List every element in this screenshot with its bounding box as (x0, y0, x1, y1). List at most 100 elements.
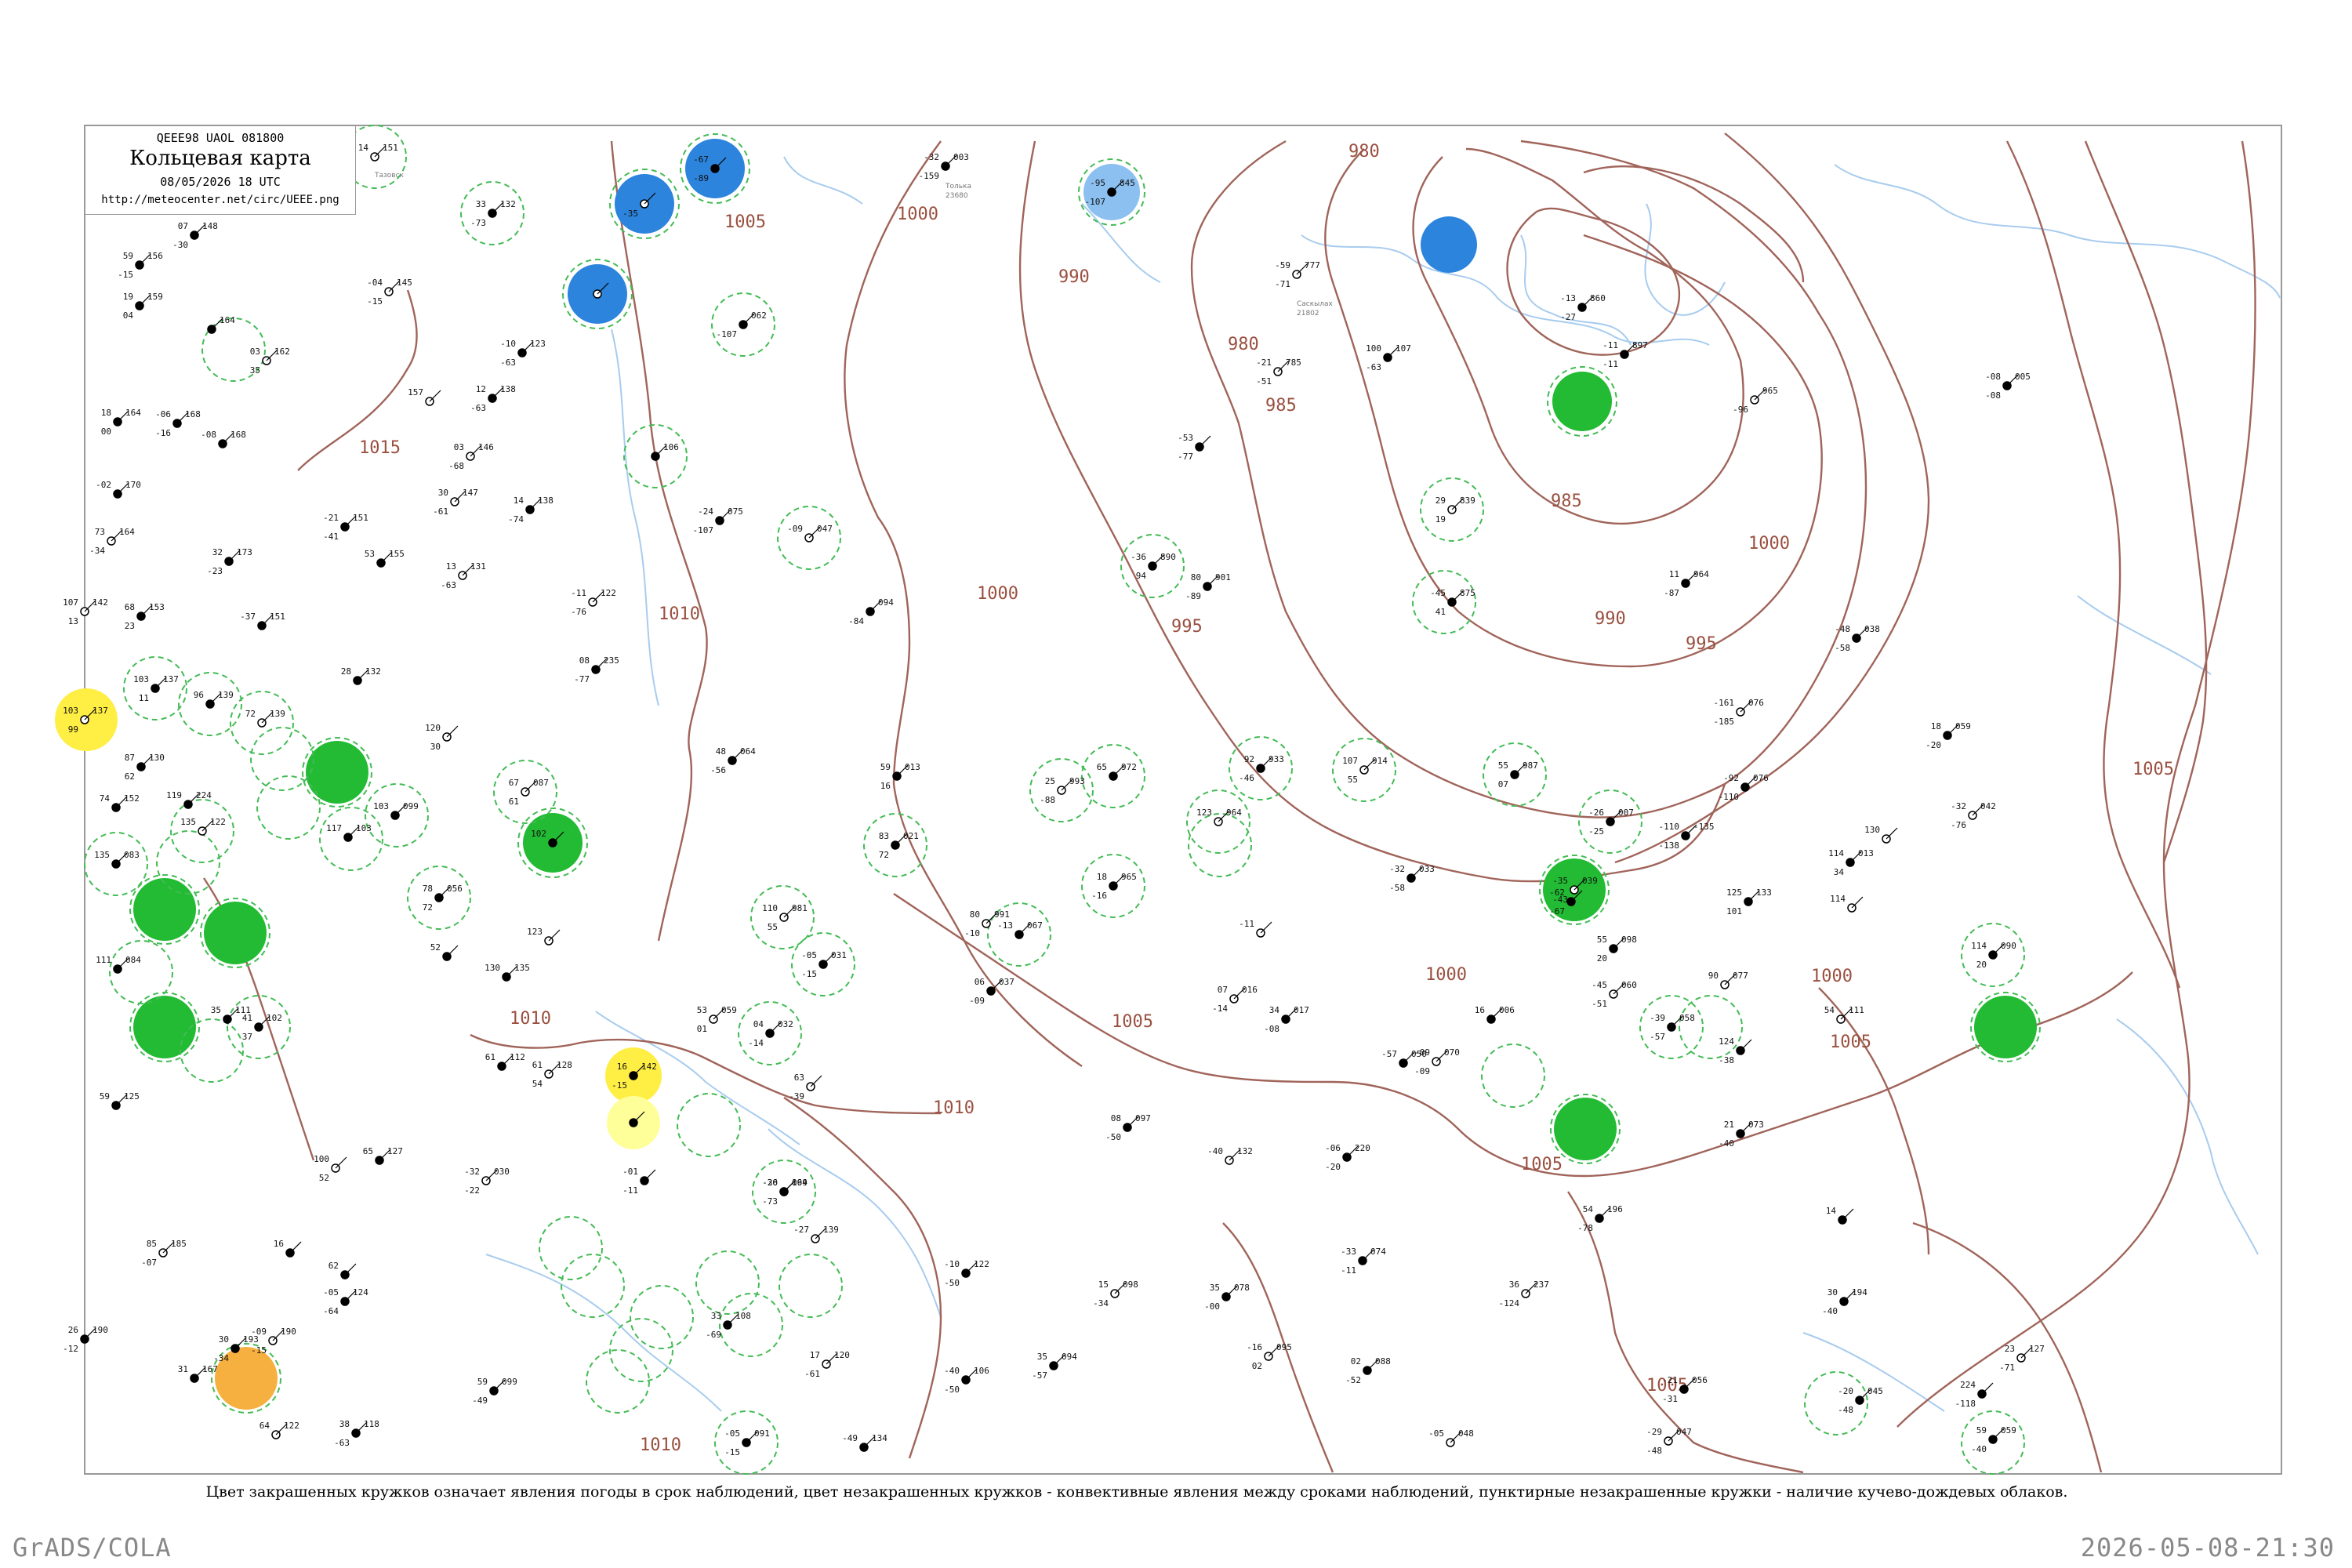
station-pressure: 164 (220, 315, 235, 325)
station-pressure: 159 (147, 292, 163, 302)
isobar-label: 1010 (640, 1436, 681, 1455)
isobar-label: 1010 (659, 604, 700, 624)
station-pressure: 060 (1621, 980, 1637, 990)
station-temperature: -32 (464, 1167, 480, 1177)
station-dewpoint: -63 (1366, 362, 1381, 372)
station-pressure: 122 (974, 1259, 989, 1269)
station-pressure: 133 (1756, 887, 1772, 898)
rain-circle (133, 996, 196, 1058)
station-pressure: 142 (641, 1062, 657, 1072)
station-dewpoint: 94 (1136, 571, 1147, 581)
station-pressure: 137 (163, 674, 179, 684)
station-temperature: 03 (454, 442, 464, 452)
station-pressure: 845 (1120, 178, 1135, 188)
station-pressure: 094 (878, 597, 894, 608)
station-pressure: -135 (1693, 822, 1715, 832)
station-temperature: 16 (1475, 1005, 1485, 1015)
station-temperature: 123 (1196, 808, 1212, 818)
station-dewpoint: -50 (944, 1278, 960, 1288)
station-temperature: 157 (408, 387, 423, 397)
station-dewpoint: 54 (532, 1079, 543, 1089)
station-dewpoint: -84 (848, 616, 864, 626)
station-pressure: 153 (149, 602, 165, 612)
station-pressure: 056 (447, 884, 463, 894)
station-temperature: 224 (1960, 1380, 1976, 1390)
station-temperature: 35 (1037, 1352, 1047, 1362)
station-dewpoint: -73 (470, 218, 486, 228)
station-temperature: -09 (787, 524, 803, 534)
station-dewpoint: 99 (68, 724, 78, 735)
station-dewpoint: -77 (574, 674, 590, 684)
station-temperature: 59 (880, 762, 891, 772)
weather-map: 1015 1005 1000 980 990 980 985 985 1000 … (0, 0, 2352, 1568)
station-temperature: -95 (1090, 178, 1105, 188)
station-pressure: 137 (93, 706, 108, 716)
station-temperature: 65 (363, 1146, 373, 1156)
station-temperature: 54 (1824, 1005, 1835, 1015)
station-temperature: 15 (1098, 1279, 1109, 1290)
station-temperature: 33 (711, 1311, 721, 1321)
station-pressure: 112 (510, 1052, 525, 1062)
station-dewpoint: -76 (571, 607, 586, 617)
isobar-label: 1015 (359, 438, 401, 458)
station-pressure: 098 (1621, 935, 1637, 945)
station-dewpoint: 62 (125, 771, 135, 782)
station-pressure: 839 (1460, 495, 1475, 506)
station-temperature: 25 (1045, 776, 1055, 786)
station-temperature: -13 (1560, 293, 1576, 303)
station-dewpoint: -30 (172, 240, 188, 250)
station-pressure: 108 (735, 1311, 751, 1321)
station-temperature: 63 (794, 1073, 804, 1083)
isobar-label: 1005 (1830, 1033, 1871, 1052)
station-pressure: 901 (1215, 572, 1231, 583)
station-temperature: 12 (476, 384, 486, 394)
station-dewpoint: -185 (1714, 717, 1735, 727)
station-pressure: 062 (751, 310, 767, 321)
isobar-label: 1005 (1112, 1012, 1153, 1032)
station-temperature: -11 (1602, 340, 1618, 350)
station-dewpoint: -57 (1032, 1370, 1047, 1381)
station-temperature: 124 (1719, 1036, 1734, 1047)
station-temperature: -39 (1650, 1013, 1665, 1023)
station-temperature: 30 (438, 488, 448, 498)
station-pressure: 097 (1135, 1113, 1151, 1123)
station-temperature: 31 (178, 1364, 188, 1374)
station-dewpoint: -73 (762, 1196, 778, 1207)
station-pressure: 013 (1858, 848, 1874, 858)
station-temperature: 55 (1597, 935, 1607, 945)
station-temperature: 92 (1244, 754, 1254, 764)
station-temperature: 64 (260, 1421, 270, 1431)
station-dewpoint: 20 (1976, 960, 1987, 970)
station-pressure: 039 (1582, 876, 1598, 886)
station-dewpoint: -124 (1499, 1298, 1520, 1308)
station-temperature: 38 (339, 1419, 350, 1429)
station-temperature: 54 (1583, 1204, 1594, 1214)
station-pressure: 045 (1867, 1386, 1883, 1396)
station-temperature: -57 (1381, 1049, 1397, 1059)
isobar-label: 990 (1058, 267, 1090, 287)
station-temperature: -48 (1835, 624, 1850, 634)
station-dewpoint: -107 (693, 525, 714, 535)
station-pressure: 058 (1679, 1013, 1695, 1023)
station-pressure: 147 (463, 488, 478, 498)
station-temperature: -01 (622, 1167, 638, 1177)
station-temperature: 114 (1828, 848, 1844, 858)
station-temperature: -110 (1659, 822, 1680, 832)
station-pressure: 075 (728, 506, 743, 517)
station-pressure: 127 (2029, 1344, 2045, 1354)
station-temperature: 11 (1669, 569, 1679, 579)
software-credit: GrADS/COLA (13, 1533, 172, 1563)
station-pressure: 076 (1753, 773, 1769, 783)
station-dewpoint: -15 (367, 296, 383, 307)
station-temperature: 102 (531, 829, 546, 839)
station-dewpoint: -49 (472, 1396, 488, 1406)
station-dewpoint: -38 (1719, 1055, 1734, 1065)
station-pressure: 003 (953, 152, 969, 162)
station-dewpoint: -74 (508, 514, 524, 524)
station-pressure: 132 (500, 199, 516, 209)
station-pressure: 033 (1419, 864, 1435, 874)
station-dewpoint: -09 (1414, 1066, 1430, 1076)
station-pressure: 127 (387, 1146, 403, 1156)
station-pressure: 224 (196, 790, 212, 800)
station-dewpoint: -71 (1999, 1363, 2015, 1373)
